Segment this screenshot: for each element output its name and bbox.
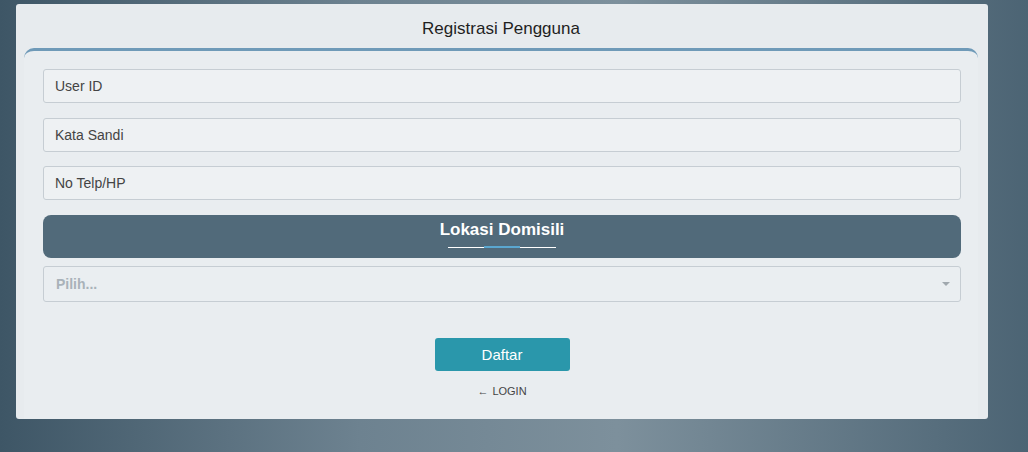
text-field[interactable]	[43, 166, 961, 200]
caret-down-icon	[942, 282, 950, 286]
section-header: Lokasi Domisili	[43, 215, 961, 258]
location-select[interactable]: Pilih...	[43, 266, 961, 302]
registration-card: Registrasi Pengguna Lokasi Domisili Pilih.…	[16, 4, 988, 419]
login-link[interactable]: ← LOGIN	[477, 385, 526, 397]
text-field[interactable]	[43, 118, 961, 152]
actions: Daftar ← LOGIN	[43, 338, 961, 397]
login-label: LOGIN	[492, 385, 526, 397]
form-panel: Lokasi Domisili Pilih... Daftar ← LOGIN	[24, 48, 978, 419]
register-button[interactable]: Daftar	[435, 338, 570, 371]
section-title: Lokasi Domisili	[440, 219, 565, 241]
select-placeholder: Pilih...	[56, 276, 97, 292]
page-background: Registrasi Pengguna Lokasi Domisili Pilih.…	[0, 0, 1028, 452]
underline-accent	[484, 246, 520, 248]
arrow-left-icon: ←	[477, 385, 488, 397]
text-field[interactable]	[43, 69, 961, 103]
section-underline	[448, 247, 556, 248]
card-title: Registrasi Pengguna	[24, 4, 978, 48]
